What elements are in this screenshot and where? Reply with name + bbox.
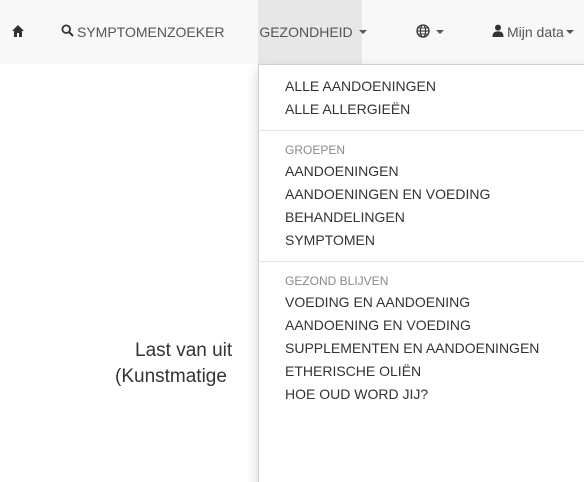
menu-item-food-and-condition[interactable]: VOEDING EN AANDOENING [259, 291, 584, 314]
search-icon [61, 24, 74, 40]
chevron-down-icon [436, 30, 444, 34]
symptom-checker-label: SYMPTOMENZOEKER [77, 24, 225, 40]
globe-icon [416, 23, 430, 41]
menu-item-how-old[interactable]: HOE OUD WORD JIJ? [259, 383, 584, 406]
health-label: GEZONDHEID [259, 24, 353, 40]
page: SYMPTOMENZOEKER GEZONDHEID Mijn data Las… [0, 0, 584, 482]
symptom-checker-link[interactable]: SYMPTOMENZOEKER [50, 0, 225, 64]
user-icon [492, 24, 504, 40]
menu-divider [259, 130, 584, 131]
menu-divider [259, 261, 584, 262]
home-icon [11, 24, 25, 41]
menu-item-supplements[interactable]: SUPPLEMENTEN EN AANDOENINGEN [259, 337, 584, 360]
top-navbar: SYMPTOMENZOEKER GEZONDHEID Mijn data [0, 0, 584, 64]
chevron-down-icon [565, 30, 574, 34]
menu-item-conditions-and-food[interactable]: AANDOENINGEN EN VOEDING [259, 183, 584, 206]
chevron-down-icon [358, 30, 367, 34]
my-data-label: Mijn data [507, 24, 564, 40]
my-data-dropdown-toggle[interactable]: Mijn data [492, 0, 574, 64]
menu-item-conditions[interactable]: AANDOENINGEN [259, 160, 584, 183]
menu-header-groups: GROEPEN [285, 143, 346, 157]
menu-header-stay-healthy: GEZOND BLIJVEN [285, 274, 389, 288]
health-dropdown-toggle[interactable]: GEZONDHEID [258, 0, 367, 64]
health-dropdown-menu: ALLE AANDOENINGEN ALLE ALLERGIEËN GROEPE… [258, 64, 584, 482]
menu-item-condition-and-food[interactable]: AANDOENING EN VOEDING [259, 314, 584, 337]
menu-item-symptoms[interactable]: SYMPTOMEN [259, 229, 584, 252]
menu-item-all-allergies[interactable]: ALLE ALLERGIEËN [259, 98, 584, 121]
home-link[interactable] [0, 0, 36, 64]
language-dropdown-toggle[interactable] [416, 0, 444, 64]
menu-item-all-conditions[interactable]: ALLE AANDOENINGEN [259, 75, 584, 98]
menu-item-essential-oils[interactable]: ETHERISCHE OLIËN [259, 360, 584, 383]
menu-item-treatments[interactable]: BEHANDELINGEN [259, 206, 584, 229]
